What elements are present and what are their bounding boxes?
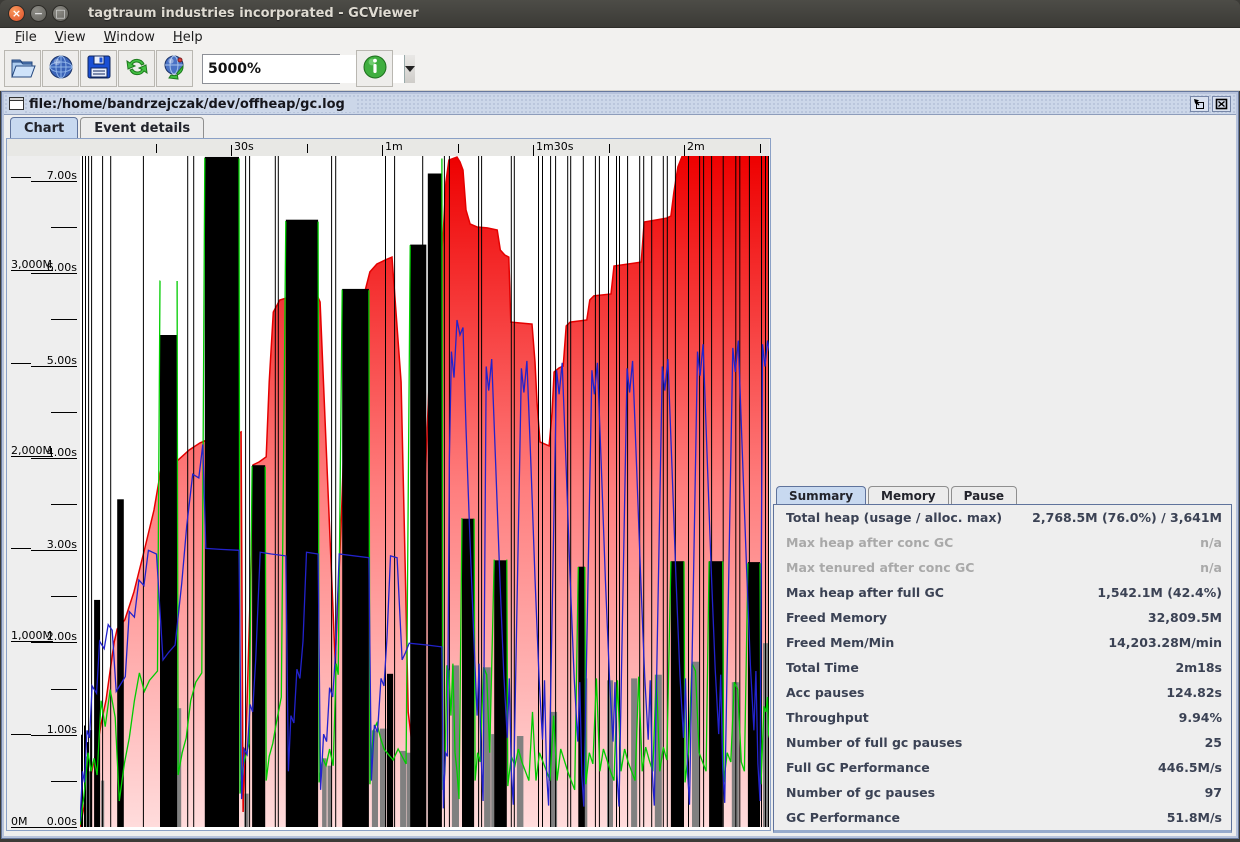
open-file-button[interactable] — [4, 50, 41, 87]
summary-row-label: GC Performance — [786, 810, 901, 825]
summary-row-value: 14,203.28M/min — [1108, 635, 1222, 650]
frame-title: file:/home/bandrzejczak/dev/offheap/gc.l… — [29, 96, 355, 112]
summary-row: Number of gc pauses 97 — [774, 780, 1231, 805]
summary-row-value: n/a — [1200, 560, 1222, 575]
summary-row-value: n/a — [1200, 535, 1222, 550]
tab-event-details[interactable]: Event details — [80, 117, 205, 138]
chart-plot[interactable] — [80, 156, 769, 830]
summary-row-label: Freed Memory — [786, 610, 888, 625]
summary-row: GC Performance 51.8M/s — [774, 805, 1231, 830]
frame-close-button[interactable] — [1212, 96, 1231, 112]
window-maximize-button[interactable]: □ — [52, 5, 69, 22]
summary-tab-bar: Summary Memory Pause — [773, 484, 1019, 504]
summary-row-value: 1,542.1M (42.4%) — [1097, 585, 1222, 600]
save-icon — [86, 54, 112, 84]
summary-row-label: Full GC Performance — [786, 760, 930, 775]
summary-row: Freed Memory 32,809.5M — [774, 605, 1231, 630]
summary-row: Max tenured after conc GC n/a — [774, 555, 1231, 580]
menu-help[interactable]: Help — [164, 28, 212, 47]
summary-row-label: Max heap after conc GC — [786, 535, 954, 550]
summary-row-label: Throughput — [786, 710, 869, 725]
summary-row-value: 124.82s — [1166, 685, 1222, 700]
close-icon — [1215, 98, 1228, 110]
zoom-combobox[interactable] — [202, 53, 415, 84]
menu-file[interactable]: File — [6, 28, 46, 47]
time-axis: 30s 1m 1m30s 2m — [80, 139, 769, 156]
window-title: tagtraum industries incorporated - GCVie… — [88, 6, 419, 21]
tab-memory[interactable]: Memory — [868, 486, 949, 504]
restore-icon — [1194, 99, 1204, 109]
desktop-pane: file:/home/bandrzejczak/dev/offheap/gc.l… — [0, 91, 1240, 842]
menu-view[interactable]: View — [46, 28, 95, 47]
zoom-dropdown-button[interactable] — [404, 54, 415, 83]
summary-row-value: 2,768.5M (76.0%) / 3,641M — [1032, 510, 1222, 525]
summary-row: Acc pauses 124.82s — [774, 680, 1231, 705]
globe-refresh-icon — [162, 54, 188, 84]
tab-pause[interactable]: Pause — [950, 486, 1018, 504]
summary-row-value: 9.94% — [1178, 710, 1222, 725]
summary-row-label: Total Time — [786, 660, 859, 675]
tab-summary[interactable]: Summary — [776, 486, 867, 504]
summary-row: Throughput 9.94% — [774, 705, 1231, 730]
summary-row: Total heap (usage / alloc. max) 2,768.5M … — [774, 505, 1231, 530]
summary-row-label: Number of full gc pauses — [786, 735, 963, 750]
menu-window[interactable]: Window — [95, 28, 164, 47]
menu-bar: File View Window Help — [0, 28, 1240, 47]
globe-icon — [48, 54, 74, 84]
summary-row-label: Number of gc pauses — [786, 785, 936, 800]
summary-row-value: 97 — [1204, 785, 1222, 800]
info-icon — [362, 54, 388, 84]
open-url-button[interactable] — [42, 50, 79, 87]
summary-row: Max heap after full GC 1,542.1M (42.4%) — [774, 580, 1231, 605]
summary-row: Number of full gc pauses 25 — [774, 730, 1231, 755]
folder-icon — [10, 55, 36, 83]
export-button[interactable] — [80, 50, 117, 87]
summary-row-label: Max tenured after conc GC — [786, 560, 975, 575]
watch-button[interactable] — [156, 50, 193, 87]
window-close-button[interactable]: × — [8, 5, 25, 22]
value-axes: 0.00s 1.00s 2.00s 3.00s 4.00s 5.00s 6.00s 7.00s… — [7, 156, 80, 830]
summary-row-label: Freed Mem/Min — [786, 635, 895, 650]
app-window: × − □ tagtraum industries incorporated -… — [0, 0, 1240, 842]
summary-row-label: Max heap after full GC — [786, 585, 944, 600]
about-button[interactable] — [356, 50, 393, 87]
tab-chart[interactable]: Chart — [10, 117, 79, 138]
frame-restore-button[interactable] — [1190, 96, 1209, 112]
summary-row-value: 51.8M/s — [1166, 810, 1222, 825]
axis-corner — [7, 139, 80, 156]
summary-table: Total heap (usage / alloc. max) 2,768.5M … — [773, 504, 1232, 833]
toolbar — [0, 47, 1240, 91]
chevron-down-icon — [405, 65, 415, 72]
gc-chart[interactable]: 30s 1m 1m30s 2m 0.00s 1.00s 2.00s 3.00s 4.00s 5.… — [6, 138, 771, 831]
summary-panel: Summary Memory Pause Total heap (usage /… — [771, 138, 1236, 836]
summary-row-value: 32,809.5M — [1147, 610, 1222, 625]
frame-tab-bar: Chart Event details — [4, 115, 1236, 138]
gc-log-frame: file:/home/bandrzejczak/dev/offheap/gc.l… — [1, 91, 1239, 839]
summary-row: Freed Mem/Min 14,203.28M/min — [774, 630, 1231, 655]
summary-row: Total Time 2m18s — [774, 655, 1231, 680]
refresh-icon — [124, 54, 150, 84]
summary-row-label: Acc pauses — [786, 685, 865, 700]
frame-titlebar: file:/home/bandrzejczak/dev/offheap/gc.l… — [4, 94, 1236, 115]
summary-row-value: 446.5M/s — [1158, 760, 1222, 775]
refresh-button[interactable] — [118, 50, 155, 87]
summary-row: Full GC Performance 446.5M/s — [774, 755, 1231, 780]
document-icon — [9, 94, 24, 114]
summary-row: Max heap after conc GC n/a — [774, 530, 1231, 555]
summary-row-value: 25 — [1204, 735, 1222, 750]
window-titlebar: × − □ tagtraum industries incorporated -… — [0, 0, 1240, 28]
summary-row-value: 2m18s — [1175, 660, 1222, 675]
window-minimize-button[interactable]: − — [30, 5, 47, 22]
summary-row-label: Total heap (usage / alloc. max) — [786, 510, 1003, 525]
frame-content: 30s 1m 1m30s 2m 0.00s 1.00s 2.00s 3.00s 4.00s 5.… — [4, 138, 1236, 836]
